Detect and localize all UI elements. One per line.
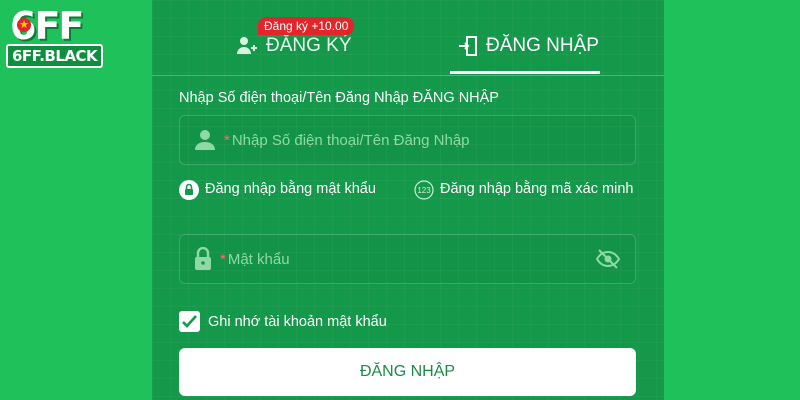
active-tab-indicator <box>450 71 600 74</box>
remember-label: Ghi nhớ tài khoản mật khẩu <box>208 313 387 330</box>
phone-username-input[interactable] <box>231 131 572 149</box>
password-field[interactable]: * <box>179 234 636 284</box>
logo-bottom-text: 6FF.BLACK <box>6 44 104 68</box>
login-panel: ĐĂNG KÝ Đăng ký +10.00 ĐĂNG NHẬP Nhập Số… <box>152 0 664 400</box>
promo-badge: Đăng ký +10.00 <box>258 17 355 35</box>
login-door-icon <box>459 36 477 56</box>
logo-star-icon: ★ <box>17 18 31 32</box>
svg-text:123: 123 <box>417 186 431 195</box>
password-input[interactable] <box>227 250 568 268</box>
login-button[interactable]: ĐĂNG NHẬP <box>179 348 636 396</box>
auth-tabs: ĐĂNG KÝ Đăng ký +10.00 ĐĂNG NHẬP <box>152 0 664 76</box>
login-by-password-option[interactable]: Đăng nhập bằng mật khẩu <box>179 179 376 200</box>
code-123-icon: 123 <box>414 180 434 200</box>
remember-checkbox[interactable] <box>179 311 200 332</box>
login-by-code-label: Đăng nhập bằng mã xác minh <box>440 181 634 197</box>
user-icon <box>195 130 215 150</box>
eye-off-icon[interactable] <box>595 248 621 270</box>
tab-login[interactable]: ĐĂNG NHẬP <box>458 28 599 64</box>
tab-login-label: ĐĂNG NHẬP <box>486 35 599 56</box>
lock-icon <box>179 180 199 200</box>
field-label: Nhập Số điện thoại/Tên Đăng Nhập ĐĂNG NH… <box>179 90 499 106</box>
required-mark: * <box>220 250 226 268</box>
remember-account: Ghi nhớ tài khoản mật khẩu <box>179 311 387 332</box>
login-by-code-option[interactable]: 123 Đăng nhập bằng mã xác minh <box>414 179 634 200</box>
tab-register-label: ĐĂNG KÝ <box>266 35 352 56</box>
brand-logo: 6FF ★ 6FF.BLACK <box>4 4 104 68</box>
lock-icon <box>195 247 211 270</box>
login-by-password-label: Đăng nhập bằng mật khẩu <box>205 181 376 197</box>
add-user-icon <box>237 37 257 54</box>
required-mark: * <box>224 131 230 149</box>
phone-username-field[interactable]: * <box>179 115 636 165</box>
check-icon <box>182 315 197 328</box>
